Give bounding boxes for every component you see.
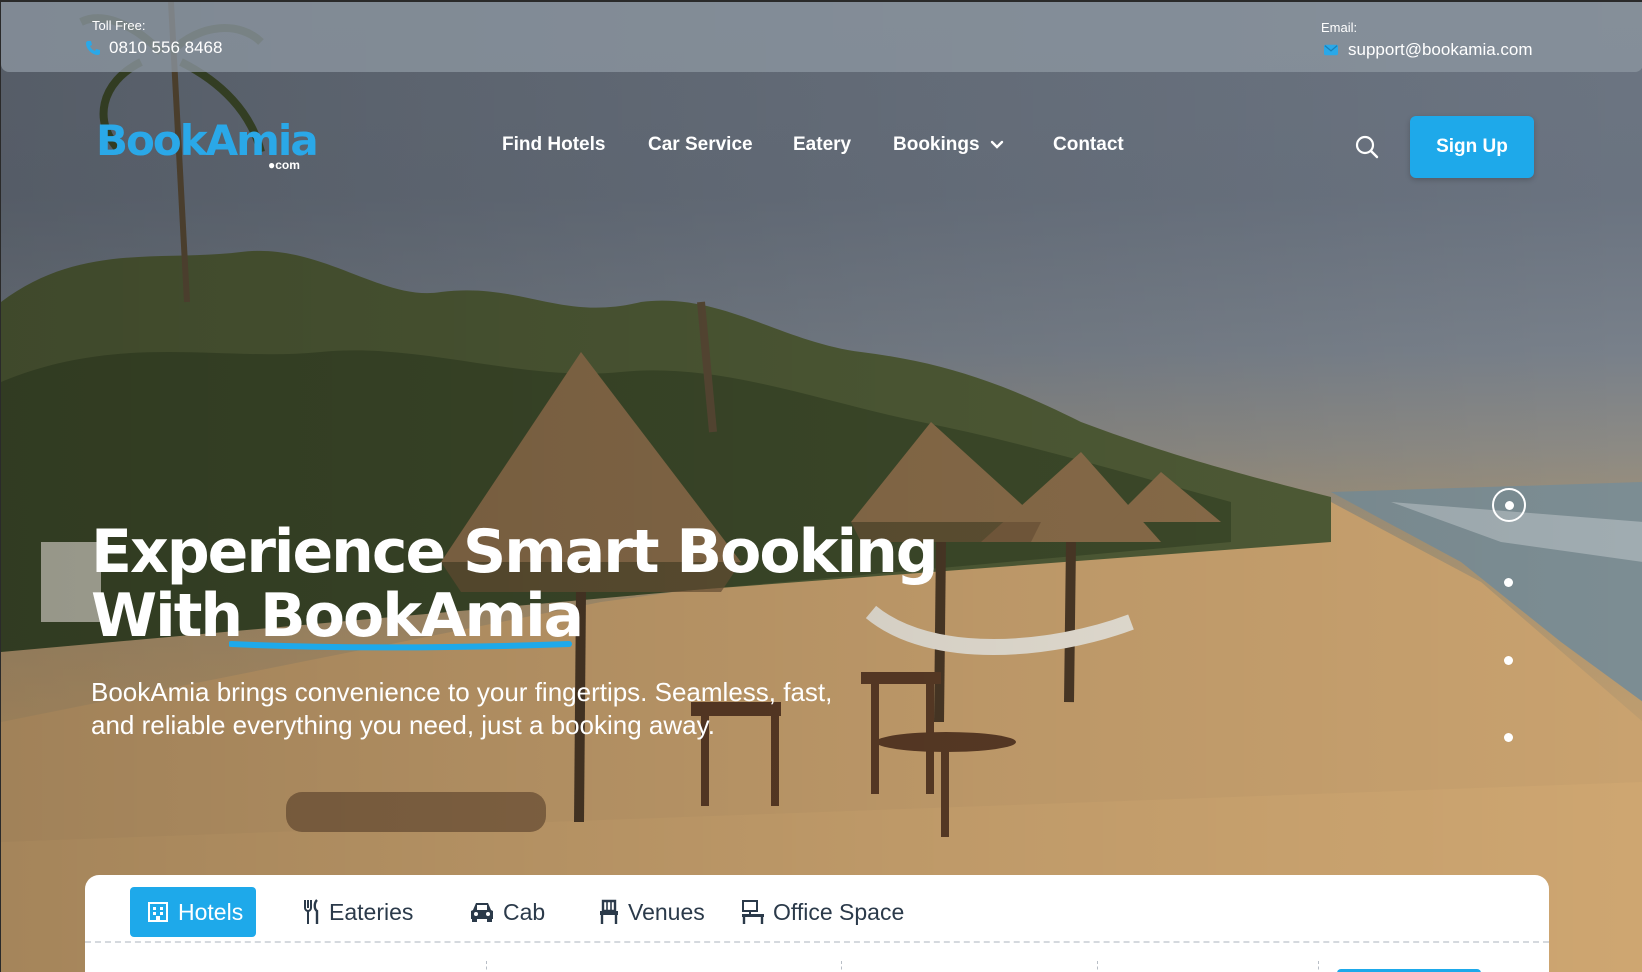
car-icon [471,903,493,922]
slider-dot-4[interactable] [1504,733,1513,742]
nav-car-service[interactable]: Car Service [648,134,753,156]
tab-venues[interactable]: Venues [598,887,705,937]
toll-free-number-text: 0810 556 8468 [109,38,223,57]
nav-find-hotels[interactable]: Find Hotels [502,134,605,156]
main-nav: Find Hotels Car Service Eatery Bookings … [1,134,1642,164]
email-text: support@bookamia.com [1348,40,1533,59]
nav-eatery[interactable]: Eatery [793,134,851,156]
building-icon [148,902,168,922]
email-label: Email: [1321,20,1358,35]
field-separator-1 [486,961,487,972]
chair-icon [600,899,618,924]
nav-bookings[interactable]: Bookings [893,134,1004,156]
field-separator-2 [841,961,842,972]
slider-dot-1-active[interactable] [1492,488,1526,522]
tab-eateries[interactable]: Eateries [303,887,413,937]
tab-eateries-label: Eateries [329,898,414,925]
field-separator-4 [1318,961,1319,972]
utensils-icon [304,899,319,924]
desk-icon [742,900,764,924]
panel-divider [85,941,1549,943]
hero-subtext: BookAmia brings convenience to your fing… [91,677,833,740]
nav-contact[interactable]: Contact [1053,134,1124,156]
slider-dot-3[interactable] [1504,656,1513,665]
tab-office-space[interactable]: Office Space [741,887,904,937]
search-icon[interactable] [1354,134,1380,160]
field-separator-3 [1097,961,1098,972]
brand-underline-stroke [229,641,572,651]
toll-free-number[interactable]: 0810 556 8468 [85,38,222,58]
hero-headline-line1: Experience Smart Booking [91,517,939,587]
tab-venues-label: Venues [628,898,705,925]
tab-cab[interactable]: Cab [469,887,545,937]
email-link[interactable]: support@bookamia.com [1322,40,1533,60]
chevron-down-icon [990,140,1003,149]
sign-up-button[interactable]: Sign Up [1410,116,1534,178]
hero-headline-prefix: With [91,581,243,651]
mail-icon [1324,44,1338,56]
booking-panel: Hotels Eateries Cab Venues Office Space [85,875,1549,972]
contact-topbar: Toll Free: 0810 556 8468 Email: support@… [1,2,1642,72]
page: Toll Free: 0810 556 8468 Email: support@… [0,0,1642,972]
toll-free-label: Toll Free: [92,18,146,33]
slider-dot-2[interactable] [1504,578,1513,587]
tab-office-space-label: Office Space [773,898,905,925]
nav-bookings-label: Bookings [893,134,980,155]
phone-icon [86,41,100,55]
hero-headline: Experience Smart Booking With BookAmia [91,517,939,651]
tab-cab-label: Cab [503,898,546,925]
tab-hotels-label: Hotels [178,898,244,925]
tab-hotels[interactable]: Hotels [130,887,256,937]
